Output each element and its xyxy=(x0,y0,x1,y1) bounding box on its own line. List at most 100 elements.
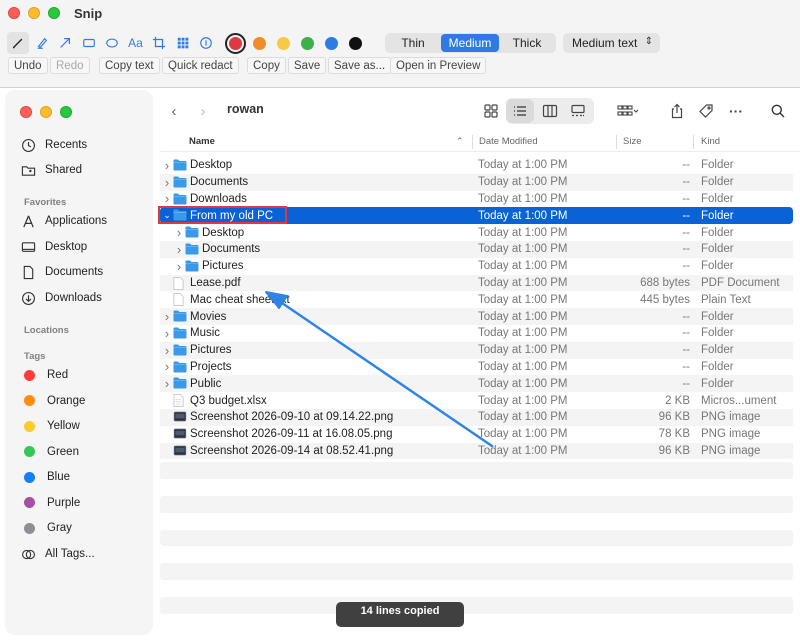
color-swatch[interactable] xyxy=(276,36,290,50)
thickness-thick[interactable]: Thick xyxy=(499,34,555,52)
color-swatch[interactable] xyxy=(300,36,314,50)
table-row[interactable]: Screenshot 2026-09-10 at 09.14.22.png Tod… xyxy=(160,409,793,426)
column-divider[interactable] xyxy=(693,135,694,149)
disclosure-chevron-icon[interactable]: › xyxy=(174,225,184,240)
table-row[interactable]: › Movies Today at 1:00 PM -- Folder xyxy=(160,308,793,325)
minimize-window-button[interactable] xyxy=(28,7,40,19)
step-counter-icon[interactable] xyxy=(195,32,217,54)
table-row[interactable]: › Documents Today at 1:00 PM -- Folder xyxy=(160,241,793,258)
search-icon[interactable] xyxy=(767,99,789,123)
disclosure-chevron-icon[interactable]: › xyxy=(162,158,172,173)
group-by-icon[interactable] xyxy=(613,99,643,123)
rectangle-icon[interactable] xyxy=(78,32,100,54)
finder-close-button[interactable] xyxy=(20,106,32,118)
sidebar-item-desktop[interactable]: Desktop xyxy=(21,237,87,257)
table-row[interactable]: › Music Today at 1:00 PM -- Folder xyxy=(160,325,793,342)
disclosure-chevron-icon[interactable]: › xyxy=(162,376,172,391)
column-header-kind[interactable]: Kind xyxy=(701,136,720,147)
sidebar-item-documents[interactable]: Documents xyxy=(21,262,103,282)
color-swatch[interactable] xyxy=(224,32,246,54)
disclosure-chevron-icon[interactable]: › xyxy=(162,326,172,341)
crop-icon[interactable] xyxy=(148,32,170,54)
copy-text-button[interactable]: Copy text xyxy=(99,57,160,74)
column-view-icon[interactable] xyxy=(538,99,562,123)
sidebar-tag-yellow[interactable]: Yellow xyxy=(17,416,80,436)
zoom-window-button[interactable] xyxy=(48,7,60,19)
sidebar-tag-orange[interactable]: Orange xyxy=(17,391,85,411)
table-row[interactable]: › Desktop Today at 1:00 PM -- Folder xyxy=(160,224,793,241)
sidebar-item-all-tags[interactable]: All Tags... xyxy=(21,544,95,564)
table-row[interactable]: › Desktop Today at 1:00 PM -- Folder xyxy=(160,157,793,174)
table-row[interactable]: Q3 budget.xlsx Today at 1:00 PM 2 KB Micros… xyxy=(160,392,793,409)
file-size: -- xyxy=(682,310,690,323)
table-row[interactable]: › Pictures Today at 1:00 PM -- Folder xyxy=(160,258,793,275)
back-chevron-icon[interactable]: ‹ xyxy=(162,100,186,122)
text-icon[interactable]: Aa xyxy=(125,32,147,54)
table-row[interactable]: › Projects Today at 1:00 PM -- Folder xyxy=(160,359,793,376)
table-row[interactable]: Screenshot 2026-09-11 at 16.08.05.png Tod… xyxy=(160,426,793,443)
table-row[interactable]: › Pictures Today at 1:00 PM -- Folder xyxy=(160,341,793,359)
table-row[interactable]: › Downloads Today at 1:00 PM -- Folder xyxy=(160,191,793,208)
disclosure-chevron-icon[interactable]: › xyxy=(174,259,184,274)
annotation-red-rectangle[interactable] xyxy=(158,206,287,224)
table-row[interactable]: Lease.pdf Today at 1:00 PM 688 bytes PDF Do… xyxy=(160,274,793,292)
pen-icon[interactable] xyxy=(7,32,29,54)
table-row[interactable]: Screenshot 2026-09-14 at 08.52.41.png Tod… xyxy=(160,442,793,460)
sidebar-tag-green[interactable]: Green xyxy=(17,442,79,462)
finder-minimize-button[interactable] xyxy=(40,106,52,118)
arrow-icon[interactable] xyxy=(54,32,76,54)
disclosure-chevron-icon[interactable]: › xyxy=(162,309,172,324)
copy-button[interactable]: Copy xyxy=(247,57,286,74)
gallery-view-icon[interactable] xyxy=(566,99,590,123)
disclosure-chevron-icon[interactable]: › xyxy=(174,242,184,257)
table-row[interactable]: Mac cheat sheet.txt Today at 1:00 PM 445 b… xyxy=(160,291,793,308)
png-image-icon xyxy=(173,428,187,440)
column-divider[interactable] xyxy=(616,135,617,149)
disclosure-chevron-icon[interactable]: › xyxy=(162,191,172,206)
thickness-thin[interactable]: Thin xyxy=(385,34,441,52)
undo-button[interactable]: Undo xyxy=(8,57,48,74)
disclosure-chevron-icon[interactable]: › xyxy=(162,359,172,374)
pixelate-icon[interactable] xyxy=(172,32,194,54)
redo-button[interactable]: Redo xyxy=(50,57,90,74)
sidebar-tag-red[interactable]: Red xyxy=(17,365,68,385)
color-swatch[interactable] xyxy=(348,36,362,50)
column-divider[interactable] xyxy=(472,135,473,149)
sort-up-chevron-icon: ⌃ xyxy=(456,136,464,146)
ellipse-icon[interactable] xyxy=(101,32,123,54)
save-as-button[interactable]: Save as... xyxy=(328,57,392,74)
disclosure-chevron-icon[interactable]: › xyxy=(162,175,172,190)
more-actions-icon[interactable]: ··· xyxy=(725,99,747,123)
list-view-icon[interactable] xyxy=(506,99,534,123)
table-row[interactable]: › Documents Today at 1:00 PM -- Folder xyxy=(160,173,793,191)
desktop-icon xyxy=(21,240,36,255)
finder-zoom-button[interactable] xyxy=(60,106,72,118)
text-size-select[interactable]: Medium text ⇕ xyxy=(563,33,660,53)
file-size: -- xyxy=(682,260,690,273)
sidebar-tag-blue[interactable]: Blue xyxy=(17,467,70,487)
close-window-button[interactable] xyxy=(8,7,20,19)
thickness-medium[interactable]: Medium xyxy=(441,34,499,52)
highlighter-icon[interactable] xyxy=(31,32,53,54)
sidebar-item-applications[interactable]: Applications xyxy=(21,211,107,231)
save-button[interactable]: Save xyxy=(288,57,327,74)
sidebar-tag-gray[interactable]: Gray xyxy=(17,518,72,538)
color-swatch[interactable] xyxy=(324,36,338,50)
color-swatch[interactable] xyxy=(252,36,266,50)
file-name: Downloads xyxy=(190,192,247,205)
icon-view-icon[interactable] xyxy=(481,99,501,123)
disclosure-chevron-icon[interactable]: › xyxy=(162,343,172,358)
table-row[interactable]: › Public Today at 1:00 PM -- Folder xyxy=(160,375,793,393)
share-icon[interactable] xyxy=(666,99,688,123)
sidebar-item-recents[interactable]: Recents xyxy=(21,135,87,155)
open-in-preview-button[interactable]: Open in Preview xyxy=(390,57,487,74)
quick-redact-button[interactable]: Quick redact xyxy=(162,57,239,74)
forward-chevron-icon[interactable]: › xyxy=(191,100,215,122)
column-header-name[interactable]: Name xyxy=(189,136,215,147)
column-header-date[interactable]: Date Modified xyxy=(479,136,538,147)
sidebar-item-downloads[interactable]: Downloads xyxy=(21,288,102,308)
column-header-size[interactable]: Size xyxy=(623,136,641,147)
sidebar-tag-purple[interactable]: Purple xyxy=(17,493,80,513)
tag-icon[interactable] xyxy=(695,99,717,123)
sidebar-item-shared[interactable]: Shared xyxy=(21,160,82,180)
